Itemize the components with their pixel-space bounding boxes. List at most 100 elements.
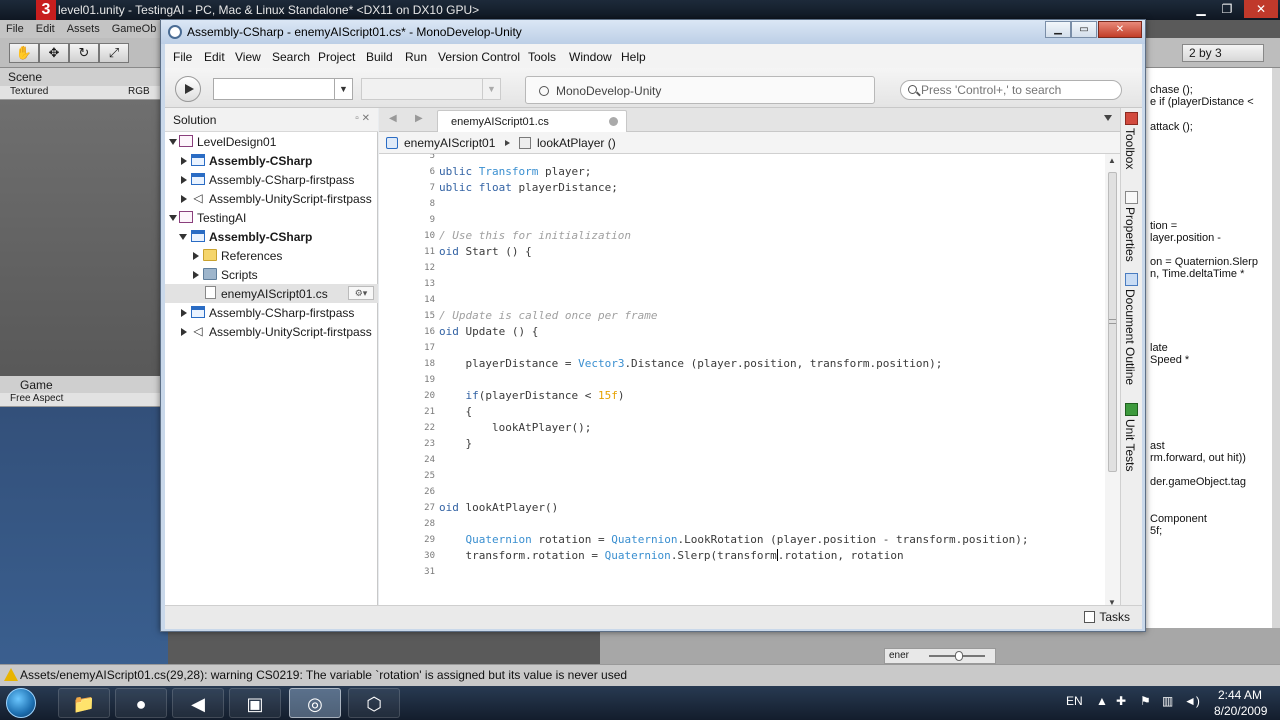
menu-build[interactable]: Build: [366, 50, 393, 64]
tab-prev-icon[interactable]: ◀: [389, 113, 397, 124]
path-method[interactable]: lookAtPlayer (): [537, 136, 616, 150]
tree-item-assembly-csharp-firstpass[interactable]: Assembly-CSharp-firstpass: [165, 170, 378, 189]
configuration-dropdown[interactable]: ▼: [213, 78, 353, 100]
game-tab[interactable]: Game: [0, 376, 170, 394]
properties-pad-tab[interactable]: Properties: [1123, 207, 1137, 262]
minimize-icon[interactable]: ▁: [1188, 0, 1214, 18]
maximize-button[interactable]: ▭: [1071, 21, 1097, 38]
gear-icon[interactable]: ⚙▾: [348, 286, 374, 300]
tree-item-assembly-csharp-firstpass-2[interactable]: Assembly-CSharp-firstpass: [165, 303, 378, 322]
start-button[interactable]: [6, 688, 36, 718]
toolbox-pad-tab[interactable]: Toolbox: [1123, 128, 1137, 169]
unity-menu-assets[interactable]: Assets: [67, 23, 100, 35]
search-input[interactable]: [921, 83, 1116, 97]
editor-vertical-scrollbar[interactable]: ▲ ▼: [1105, 154, 1120, 612]
move-tool-icon[interactable]: ✥: [39, 43, 69, 63]
code-line: 24: [379, 452, 1105, 468]
tree-item-scripts[interactable]: Scripts: [165, 265, 378, 284]
menu-view[interactable]: View: [235, 50, 261, 64]
expander-closed-icon[interactable]: [181, 309, 187, 317]
firefox-icon[interactable]: ●: [115, 688, 167, 718]
language-indicator[interactable]: EN: [1066, 694, 1083, 708]
menu-edit[interactable]: Edit: [204, 50, 225, 64]
tree-item-label: TestingAI: [197, 211, 247, 225]
expander-open-icon[interactable]: [179, 234, 187, 240]
unity-menu-gameobject[interactable]: GameOb: [112, 23, 157, 35]
tab-label: enemyAIScript01.cs: [451, 116, 549, 128]
tree-item-references[interactable]: References: [165, 246, 378, 265]
media-player-icon[interactable]: ◀: [172, 688, 224, 718]
monodevelop-taskbar-icon[interactable]: ◎: [289, 688, 341, 718]
clock-time[interactable]: 2:44 AM: [1218, 688, 1262, 702]
tree-item-testingai[interactable]: TestingAI: [165, 208, 378, 227]
layout-dropdown[interactable]: 2 by 3: [1182, 44, 1264, 62]
tab-next-icon[interactable]: ▶: [415, 113, 423, 124]
search-icon: [908, 85, 917, 94]
expander-closed-icon[interactable]: [181, 157, 187, 165]
expander-open-icon[interactable]: [169, 139, 177, 145]
scene-tab[interactable]: Scene: [0, 68, 170, 86]
search-field[interactable]: [900, 80, 1122, 100]
menu-search[interactable]: Search: [272, 50, 310, 64]
code-editor[interactable]: 5 6 ublic Transform player; 7 ublic float …: [379, 154, 1105, 612]
monodevelop-title-bar[interactable]: Assembly-CSharp - enemyAIScript01.cs* - …: [161, 20, 1145, 44]
tasks-button[interactable]: Tasks: [1084, 610, 1130, 624]
hand-tool-icon[interactable]: ✋: [9, 43, 39, 63]
scale-tool-icon[interactable]: ⤢: [99, 43, 129, 63]
expander-closed-icon[interactable]: [181, 195, 187, 203]
tab-close-icon[interactable]: [609, 117, 618, 126]
tree-item-assembly-csharp[interactable]: Assembly-CSharp: [165, 151, 378, 170]
expander-closed-icon[interactable]: [193, 271, 199, 279]
menu-help[interactable]: Help: [621, 50, 646, 64]
expander-closed-icon[interactable]: [181, 176, 187, 184]
tree-item-enemyaiscript01[interactable]: enemyAIScript01.cs ⚙▾: [165, 284, 378, 303]
tab-list-dropdown-icon[interactable]: [1104, 115, 1112, 121]
scene-viewport[interactable]: [0, 100, 168, 370]
path-class[interactable]: enemyAIScript01: [404, 136, 495, 150]
run-play-icon[interactable]: [175, 76, 201, 102]
background-scrollbar[interactable]: [1272, 68, 1280, 664]
pad-close-icon[interactable]: ▫ ✕: [355, 113, 370, 124]
tree-item-assembly-unityscript-firstpass[interactable]: ◁ Assembly-UnityScript-firstpass: [165, 189, 378, 208]
unity-menu-edit[interactable]: Edit: [36, 23, 55, 35]
flag-icon[interactable]: ⚑: [1140, 694, 1151, 708]
menu-run[interactable]: Run: [405, 50, 427, 64]
rgb-mode-dropdown[interactable]: RGB: [128, 86, 150, 97]
inspector-search-field[interactable]: ener: [884, 648, 996, 664]
shading-mode-dropdown[interactable]: Textured: [10, 86, 48, 97]
volume-icon[interactable]: ◄): [1184, 694, 1200, 708]
unity-menu-file[interactable]: File: [6, 23, 24, 35]
clock-date[interactable]: 8/20/2009: [1214, 704, 1267, 718]
network-icon[interactable]: ▥: [1162, 694, 1173, 708]
tree-item-leveldesign01[interactable]: LevelDesign01: [165, 132, 378, 151]
minimize-button[interactable]: ▁: [1045, 21, 1071, 38]
document-outline-pad-tab[interactable]: Document Outline: [1123, 289, 1137, 385]
code-line: 31: [379, 564, 1105, 580]
close-icon[interactable]: ✕: [1244, 0, 1278, 18]
maximize-icon[interactable]: ❐: [1214, 0, 1240, 18]
close-button[interactable]: ✕: [1098, 21, 1142, 38]
tray-app-icon[interactable]: ✚: [1116, 694, 1126, 708]
rotate-tool-icon[interactable]: ↻: [69, 43, 99, 63]
menu-version-control[interactable]: Version Control: [438, 50, 520, 64]
unit-tests-pad-tab[interactable]: Unit Tests: [1123, 419, 1137, 471]
console-status-bar[interactable]: Assets/enemyAIScript01.cs(29,28): warnin…: [0, 664, 1280, 686]
zoom-slider-handle[interactable]: [955, 651, 963, 661]
recorder-icon[interactable]: ▣: [229, 688, 281, 718]
menu-tools[interactable]: Tools: [528, 50, 556, 64]
tray-expand-icon[interactable]: ▲: [1096, 694, 1108, 708]
unity-taskbar-icon[interactable]: ⬡: [348, 688, 400, 718]
expander-closed-icon[interactable]: [181, 328, 187, 336]
unit-tests-icon: [1125, 403, 1138, 416]
menu-project[interactable]: Project: [318, 50, 355, 64]
aspect-dropdown[interactable]: Free Aspect: [10, 393, 63, 404]
expander-open-icon[interactable]: [169, 215, 177, 221]
menu-window[interactable]: Window: [569, 50, 612, 64]
explorer-icon[interactable]: 📁: [58, 688, 110, 718]
tab-enemyaiscript01[interactable]: enemyAIScript01.cs: [437, 110, 627, 132]
tree-item-assembly-csharp-active[interactable]: Assembly-CSharp: [165, 227, 378, 246]
menu-file[interactable]: File: [173, 50, 192, 64]
scroll-up-icon[interactable]: ▲: [1108, 156, 1116, 165]
expander-closed-icon[interactable]: [193, 252, 199, 260]
tree-item-assembly-unityscript-firstpass-2[interactable]: ◁ Assembly-UnityScript-firstpass: [165, 322, 378, 341]
